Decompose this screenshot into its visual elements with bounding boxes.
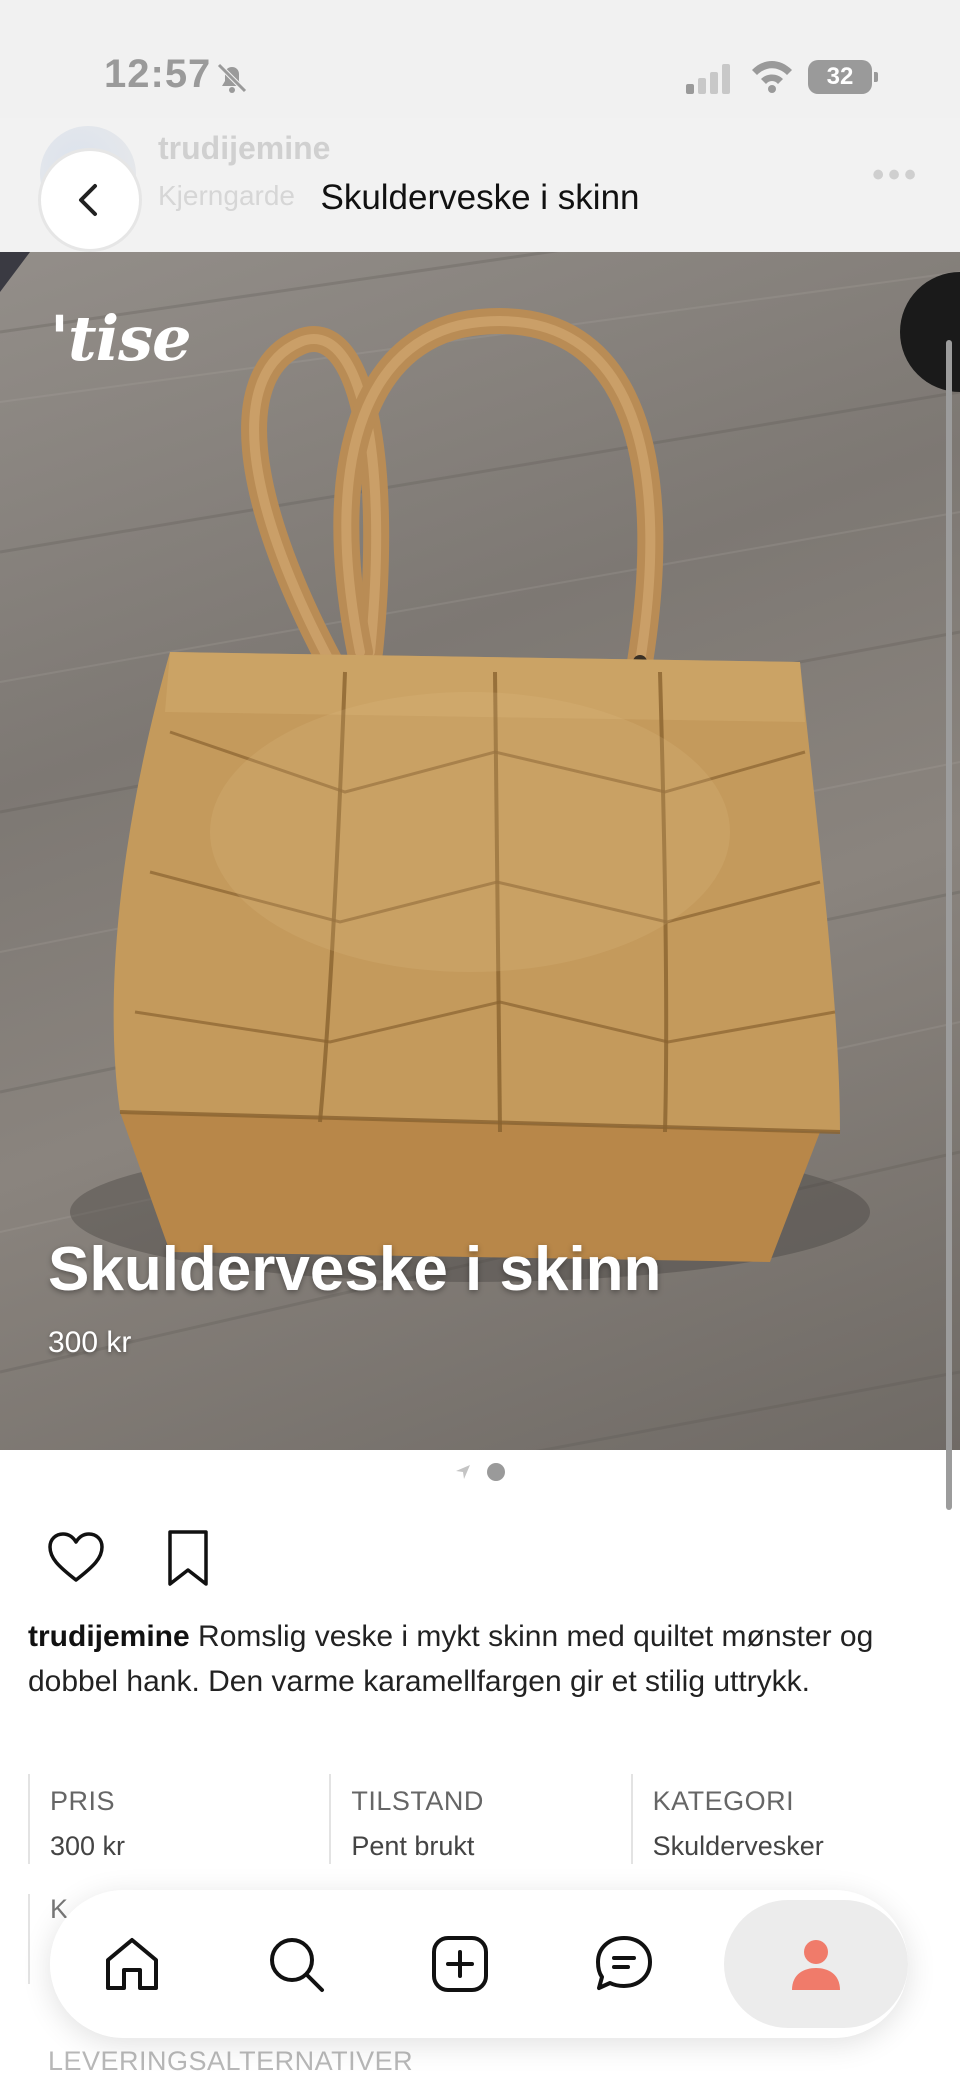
scrollbar[interactable] <box>946 340 952 1510</box>
nav-search[interactable] <box>214 1890 378 2038</box>
nav-home[interactable] <box>50 1890 214 2038</box>
add-icon <box>432 1936 488 1992</box>
image-pager[interactable] <box>0 1460 960 1484</box>
bottom-navigation <box>50 1890 908 2038</box>
description-username[interactable]: trudijemine <box>28 1620 190 1653</box>
post-actions <box>44 1526 220 1590</box>
nav-add[interactable] <box>378 1890 542 2038</box>
home-icon <box>106 1938 158 1990</box>
top-header: trudijemine Kjerngarde ••• Skulderveske … <box>0 118 960 252</box>
info-value: Pent brukt <box>351 1831 475 1861</box>
product-photo[interactable]: 'tise Skulderveske i skinn 300 kr <box>0 252 960 1450</box>
bookmark-icon[interactable] <box>156 1526 220 1590</box>
wifi-icon <box>752 61 792 93</box>
product-info-grid: PRIS 300 kr TILSTAND Pent brukt KATEGORI… <box>28 1774 932 1864</box>
info-label: TILSTAND <box>351 1786 484 1816</box>
info-value: 300 kr <box>50 1831 126 1861</box>
info-price: PRIS 300 kr <box>28 1774 329 1864</box>
photo-title-overlay: Skulderveske i skinn <box>48 1235 662 1304</box>
signal-icon <box>686 64 730 94</box>
pager-dot-active[interactable] <box>487 1463 505 1481</box>
info-label: PRIS <box>50 1786 116 1816</box>
tise-logo: 'tise <box>50 302 192 375</box>
post-description: trudijemine Romslig veske i mykt skinn m… <box>28 1614 928 1704</box>
info-label: KATEGORI <box>652 1786 795 1816</box>
seller-username-faded: trudijemine <box>158 130 331 166</box>
info-category: KATEGORI Skuldervesker <box>630 1774 932 1864</box>
status-time: 12:57 <box>104 52 212 96</box>
info-condition: TILSTAND Pent brukt <box>329 1774 630 1864</box>
messages-icon <box>596 1936 652 1990</box>
photo-price-overlay: 300 kr <box>48 1326 132 1359</box>
bell-muted-icon <box>217 63 247 93</box>
status-bar: 12:57 32 <box>0 0 960 130</box>
battery-indicator: 32 <box>808 60 878 94</box>
info-value: Skuldervesker <box>652 1831 824 1861</box>
profile-icon <box>792 1940 840 1990</box>
heart-icon[interactable] <box>44 1526 108 1590</box>
search-icon <box>270 1938 324 1992</box>
location-arrow-icon <box>456 1465 470 1479</box>
nav-messages[interactable] <box>542 1890 706 2038</box>
delivery-options-heading: LEVERINGSALTERNATIVER <box>48 2046 414 2076</box>
nav-profile[interactable] <box>724 1900 908 2028</box>
page-title: Skulderveske i skinn <box>320 178 640 217</box>
